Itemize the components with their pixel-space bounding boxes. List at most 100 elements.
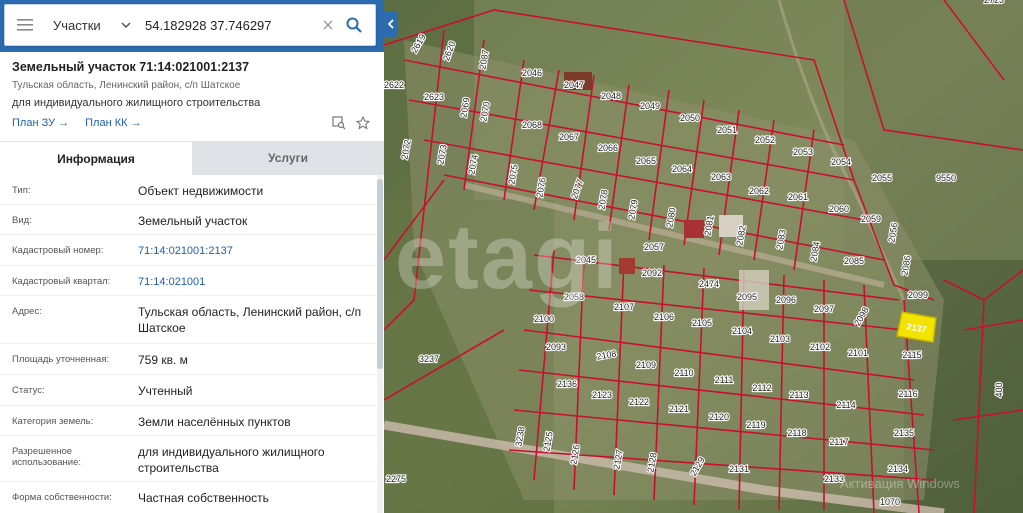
parcel-purpose: для индивидуального жилищного строительс… xyxy=(12,97,261,109)
parcel-number-label: 2055 xyxy=(872,173,892,183)
menu-button[interactable] xyxy=(5,5,45,45)
parcel-number-label: 2111 xyxy=(715,375,734,385)
parcel-number-label: 9550 xyxy=(936,173,956,183)
info-label: Кадастровый квартал: xyxy=(12,276,111,287)
parcel-number-label: 2099 xyxy=(908,290,928,300)
parcel-number-label: 2063 xyxy=(711,172,731,182)
scrollbar-thumb[interactable] xyxy=(377,179,383,369)
info-label: Категория земель: xyxy=(12,416,94,427)
search-input[interactable] xyxy=(137,6,317,44)
parcel-number-label: 2059 xyxy=(861,214,881,224)
info-row-kind: Вид: Земельный участок xyxy=(0,205,376,235)
parcel-actions xyxy=(332,116,370,130)
parcel-number-label: 3237 xyxy=(419,354,439,364)
parcel-number-label: 2622 xyxy=(384,80,404,90)
info-label: Разрешенное использование: xyxy=(12,446,82,468)
parcel-number-label: 2119 xyxy=(746,420,765,430)
parcel-number-label: 2046 xyxy=(522,68,542,78)
scrollbar[interactable] xyxy=(377,175,383,513)
building xyxy=(684,220,704,238)
parcel-number-label: 2093 xyxy=(546,342,566,352)
clear-search-button[interactable] xyxy=(317,5,339,45)
info-list: Тип: Объект недвижимости Вид: Земельный … xyxy=(0,175,376,512)
parcel-number-label: 2474 xyxy=(699,279,719,289)
info-row-address: Адрес: Тульская область, Ленинский район… xyxy=(0,296,376,344)
hamburger-icon xyxy=(17,19,33,31)
info-row-cadastral-quarter: Кадастровый квартал: 71:14:021001 xyxy=(0,266,376,296)
parcel-number-label: 2066 xyxy=(598,143,618,153)
info-value: Частная собственность xyxy=(138,491,269,505)
parcel-number-label: 2115 xyxy=(902,350,921,360)
tab-services[interactable]: Услуги xyxy=(192,141,384,175)
search-button[interactable] xyxy=(339,5,369,45)
parcel-location: Тульская область, Ленинский район, с/п Ш… xyxy=(12,80,241,91)
parcel-number-label: 2095 xyxy=(737,292,757,302)
info-label: Форма собственности: xyxy=(12,492,112,503)
parcel-number-label: 2134 xyxy=(888,464,908,474)
building xyxy=(739,270,769,310)
parcel-number-label: 2117 xyxy=(829,437,848,447)
parcel-number-label: 2053 xyxy=(793,147,813,157)
info-row-status: Статус: Учтенный xyxy=(0,375,376,406)
search-icon xyxy=(346,17,362,33)
cadastral-quarter-link[interactable]: 71:14:021001 xyxy=(138,274,376,295)
info-row-ownership: Форма собственности: Частная собственнос… xyxy=(0,482,376,512)
parcel-number-label: 2275 xyxy=(386,474,406,484)
parcel-number-label: 2048 xyxy=(601,91,621,101)
chevron-left-icon xyxy=(387,19,394,29)
parcel-number-label: 2105 xyxy=(692,318,712,328)
chevron-down-icon xyxy=(121,22,131,28)
info-row-type: Тип: Объект недвижимости xyxy=(0,175,376,205)
zoom-to-parcel-icon[interactable] xyxy=(332,116,346,130)
parcel-title: Земельный участок 71:14:021001:2137 xyxy=(12,60,250,74)
star-icon[interactable] xyxy=(356,116,370,130)
parcel-number-label: 2054 xyxy=(831,157,851,167)
plan-links: План ЗУ → План КК → xyxy=(12,116,372,130)
building xyxy=(619,258,635,274)
parcel-number-label: 2106 xyxy=(654,312,674,322)
tabs: Информация Услуги xyxy=(0,141,384,175)
parcel-number-label: 2120 xyxy=(709,412,729,422)
info-label: Адрес: xyxy=(12,306,42,317)
windows-activation-watermark: Активация Windows xyxy=(840,476,960,491)
parcel-number-label: 2109 xyxy=(636,360,656,370)
parcel-number-label: 2101 xyxy=(848,348,868,358)
parcel-number-label: 2110 xyxy=(674,368,693,378)
parcel-header: Земельный участок 71:14:021001:2137 Туль… xyxy=(12,60,372,130)
info-row-area: Площадь уточненная: 759 кв. м xyxy=(0,344,376,375)
parcel-number-label: 2085 xyxy=(844,256,864,266)
info-value: Земельный участок xyxy=(138,214,248,228)
parcel-number-label: 2102 xyxy=(810,342,830,352)
info-value: Учтенный xyxy=(138,384,193,398)
info-label: Кадастровый номер: xyxy=(12,245,104,256)
parcel-number-label: 2723 xyxy=(984,0,1004,5)
search-type-select[interactable]: Участки xyxy=(45,5,137,45)
parcel-number-label: 2118 xyxy=(787,428,806,438)
plan-kk-link[interactable]: План КК → xyxy=(85,117,141,129)
close-icon xyxy=(323,20,333,30)
sidebar-panel: Участки Земельный участок 71:14:021001:2… xyxy=(0,0,384,513)
parcel-number-label: 2062 xyxy=(749,186,769,196)
tab-information[interactable]: Информация xyxy=(0,141,192,175)
plan-zu-link[interactable]: План ЗУ → xyxy=(12,117,69,129)
parcel-number-label: 2136 xyxy=(557,379,577,389)
parcel-number-label: 400 xyxy=(994,382,1004,397)
parcel-number-label: 2623 xyxy=(424,92,444,102)
search-type-label: Участки xyxy=(53,17,101,33)
parcel-number-label: 1070 xyxy=(880,497,900,507)
parcel-number-label: 2097 xyxy=(814,304,834,314)
info-label: Площадь уточненная: xyxy=(12,354,110,365)
parcel-number-label: 2067 xyxy=(559,132,579,142)
etagi-watermark: etagi xyxy=(395,206,620,308)
cadastral-number-link[interactable]: 71:14:021001:2137 xyxy=(138,243,376,265)
parcel-number-label: 2060 xyxy=(829,204,849,214)
parcel-number-label: 2122 xyxy=(629,397,649,407)
parcel-number-label: 2123 xyxy=(592,390,612,400)
parcel-number-label: 2131 xyxy=(729,464,749,474)
parcel-number-label: 2064 xyxy=(672,164,692,174)
parcel-number-label: 2057 xyxy=(644,242,664,252)
info-value: Объект недвижимости xyxy=(138,184,264,198)
collapse-sidebar-button[interactable] xyxy=(384,11,398,37)
parcel-number-label: 2135 xyxy=(894,428,914,438)
info-label: Тип: xyxy=(12,185,31,196)
